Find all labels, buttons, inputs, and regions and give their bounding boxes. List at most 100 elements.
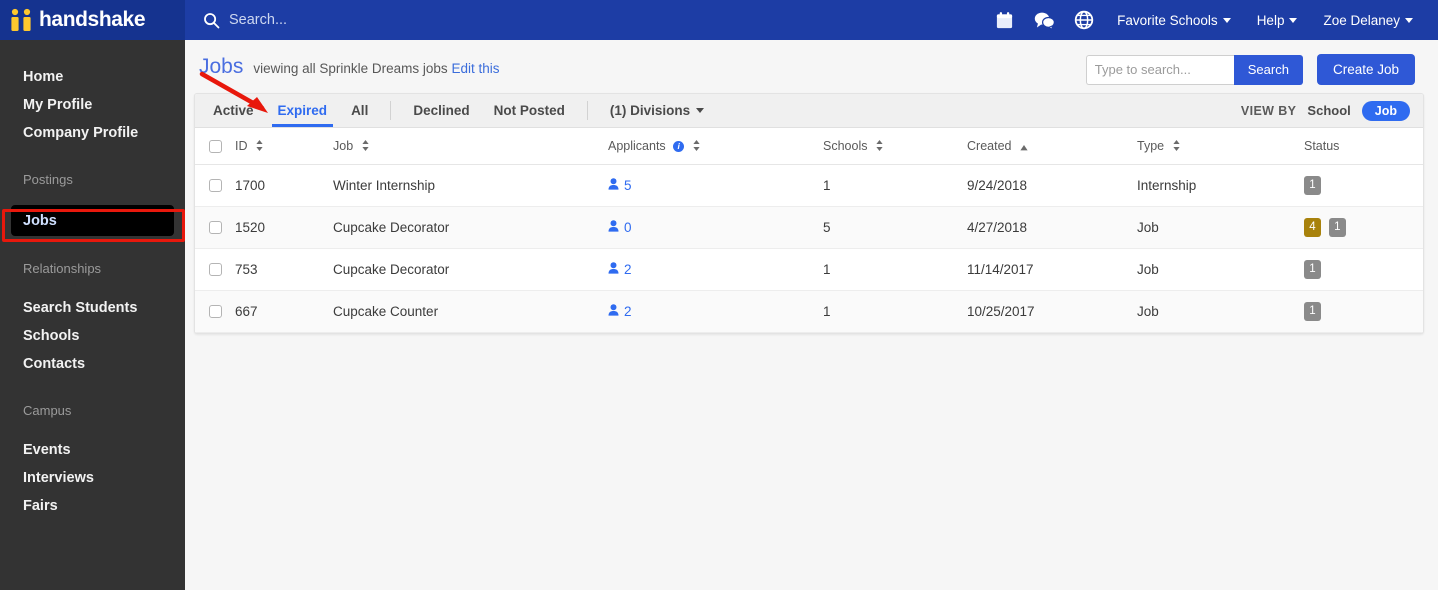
cell-created: 10/25/2017 bbox=[967, 290, 1137, 333]
global-search[interactable]: Search... bbox=[203, 12, 287, 29]
row-select-cell bbox=[195, 164, 235, 207]
cell-schools: 1 bbox=[823, 290, 967, 333]
cell-id: 667 bbox=[235, 290, 333, 333]
tab-not-posted-label: Not Posted bbox=[493, 103, 565, 118]
info-icon[interactable]: i bbox=[673, 141, 685, 153]
cell-created: 9/24/2018 bbox=[967, 164, 1137, 207]
sidebar-group-relationships-label: Relationships bbox=[23, 260, 102, 276]
tab-divisions-label: (1) Divisions bbox=[609, 103, 691, 118]
status-badge[interactable]: 1 bbox=[1304, 301, 1321, 321]
cell-job[interactable]: Cupcake Counter bbox=[333, 290, 608, 333]
column-schools[interactable]: Schools bbox=[823, 128, 967, 165]
view-by-option-school[interactable]: School bbox=[1307, 103, 1350, 118]
create-job-button[interactable]: Create Job bbox=[1316, 54, 1415, 85]
cell-job[interactable]: Cupcake Decorator bbox=[333, 248, 608, 291]
tab-expired-label: Expired bbox=[277, 103, 328, 118]
top-nav-right: Favorite Schools Help Zoe Delaney bbox=[984, 0, 1438, 40]
column-applicants[interactable]: Applicants i bbox=[608, 128, 823, 165]
sidebar-item-company-profile[interactable]: Company Profile bbox=[0, 119, 185, 147]
sidebar-item-company-profile-label: Company Profile bbox=[23, 125, 139, 141]
tab-not-posted[interactable]: Not Posted bbox=[482, 94, 577, 127]
sort-arrows-icon bbox=[876, 139, 883, 154]
row-checkbox[interactable] bbox=[209, 178, 222, 192]
search-input[interactable] bbox=[1085, 54, 1234, 85]
cell-applicants[interactable]: 2 bbox=[608, 290, 823, 333]
tab-all[interactable]: All bbox=[339, 94, 380, 127]
column-created[interactable]: Created bbox=[967, 128, 1137, 165]
row-checkbox[interactable] bbox=[209, 262, 222, 276]
status-badge[interactable]: 1 bbox=[1304, 175, 1321, 195]
sidebar-item-my-profile[interactable]: My Profile bbox=[0, 91, 185, 119]
tab-active[interactable]: Active bbox=[201, 94, 266, 127]
tab-divisions[interactable]: (1) Divisions bbox=[598, 94, 716, 127]
tab-expired[interactable]: Expired bbox=[266, 94, 340, 127]
column-job[interactable]: Job bbox=[333, 128, 608, 165]
cell-applicants-count: 5 bbox=[624, 177, 632, 193]
sidebar-item-fairs[interactable]: Fairs bbox=[0, 492, 185, 520]
cell-type: Internship bbox=[1137, 164, 1304, 207]
sidebar-item-events[interactable]: Events bbox=[0, 436, 185, 464]
row-checkbox[interactable] bbox=[209, 304, 222, 318]
handshake-logo-icon bbox=[9, 8, 36, 32]
tab-divider bbox=[390, 101, 392, 120]
search-icon bbox=[203, 12, 220, 29]
row-checkbox[interactable] bbox=[209, 220, 222, 234]
cell-applicants[interactable]: 0 bbox=[608, 206, 823, 249]
tab-declined[interactable]: Declined bbox=[401, 94, 481, 127]
messages-icon[interactable] bbox=[1024, 0, 1064, 40]
jobs-table-head: ID Job Applicants i Schools Created Type… bbox=[195, 128, 1423, 165]
calendar-icon[interactable] bbox=[984, 0, 1024, 40]
sidebar-group-campus-label: Campus bbox=[23, 402, 72, 418]
sidebar-item-contacts[interactable]: Contacts bbox=[0, 350, 185, 378]
main-content: Jobs viewing all Sprinkle Dreams jobs Ed… bbox=[185, 40, 1438, 590]
sort-arrows-icon bbox=[693, 139, 700, 154]
table-row[interactable]: 753 Cupcake Decorator 2 1 11/14/2017 Job bbox=[195, 248, 1423, 291]
jobs-table: ID Job Applicants i Schools Created Type… bbox=[195, 128, 1423, 333]
page-subtitle: viewing all Sprinkle Dreams jobs Edit th… bbox=[253, 54, 499, 84]
sidebar-item-interviews[interactable]: Interviews bbox=[0, 464, 185, 492]
table-row[interactable]: 1520 Cupcake Decorator 0 5 4/27/2018 Job bbox=[195, 206, 1423, 249]
table-row[interactable]: 667 Cupcake Counter 2 1 10/25/2017 Job 1 bbox=[195, 290, 1423, 333]
cell-created: 4/27/2018 bbox=[967, 206, 1137, 249]
nav-link-user-menu[interactable]: Zoe Delaney bbox=[1310, 0, 1426, 40]
jobs-table-body: 1700 Winter Internship 5 1 9/24/2018 Int… bbox=[195, 164, 1423, 333]
cell-job[interactable]: Winter Internship bbox=[333, 164, 608, 207]
column-type[interactable]: Type bbox=[1137, 128, 1304, 165]
cell-applicants-count: 0 bbox=[624, 219, 632, 235]
nav-link-help[interactable]: Help bbox=[1244, 0, 1311, 40]
cell-applicants[interactable]: 5 bbox=[608, 164, 823, 207]
cell-applicants[interactable]: 2 bbox=[608, 248, 823, 291]
brand-logo[interactable]: handshake bbox=[0, 0, 185, 40]
select-all-checkbox[interactable] bbox=[209, 139, 222, 153]
column-schools-label: Schools bbox=[823, 139, 868, 153]
sidebar-item-interviews-label: Interviews bbox=[23, 470, 94, 486]
view-by-option-job[interactable]: Job bbox=[1361, 100, 1410, 121]
status-badge[interactable]: 1 bbox=[1304, 259, 1321, 279]
row-select-cell bbox=[195, 206, 235, 249]
status-badge[interactable]: 1 bbox=[1328, 217, 1346, 237]
person-icon bbox=[608, 219, 619, 235]
table-row[interactable]: 1700 Winter Internship 5 1 9/24/2018 Int… bbox=[195, 164, 1423, 207]
global-search-placeholder: Search... bbox=[229, 12, 288, 28]
search-button[interactable]: Search bbox=[1233, 54, 1303, 85]
sidebar-item-jobs-label: Jobs bbox=[23, 212, 57, 229]
status-badge[interactable]: 4 bbox=[1304, 217, 1321, 237]
sidebar-item-jobs[interactable]: Jobs bbox=[11, 205, 174, 236]
cell-status: 1 bbox=[1304, 164, 1423, 207]
view-by-label: VIEW BY bbox=[1240, 103, 1297, 118]
column-status: Status bbox=[1304, 128, 1423, 165]
page-subtitle-text: viewing all Sprinkle Dreams jobs bbox=[253, 61, 448, 76]
edit-this-link[interactable]: Edit this bbox=[451, 61, 499, 76]
tab-declined-label: Declined bbox=[413, 103, 470, 118]
column-id[interactable]: ID bbox=[235, 128, 333, 165]
cell-status: 1 bbox=[1304, 290, 1423, 333]
nav-link-favorite-schools[interactable]: Favorite Schools bbox=[1104, 0, 1244, 40]
sort-ascending-icon bbox=[1020, 140, 1028, 154]
sidebar-item-search-students[interactable]: Search Students bbox=[0, 294, 185, 322]
cell-created: 11/14/2017 bbox=[967, 248, 1137, 291]
sidebar-item-schools[interactable]: Schools bbox=[0, 322, 185, 350]
sidebar-item-home[interactable]: Home bbox=[0, 63, 185, 91]
cell-job[interactable]: Cupcake Decorator bbox=[333, 206, 608, 249]
page-header-actions: Search Create Job bbox=[1085, 54, 1415, 85]
globe-icon[interactable] bbox=[1064, 0, 1104, 40]
